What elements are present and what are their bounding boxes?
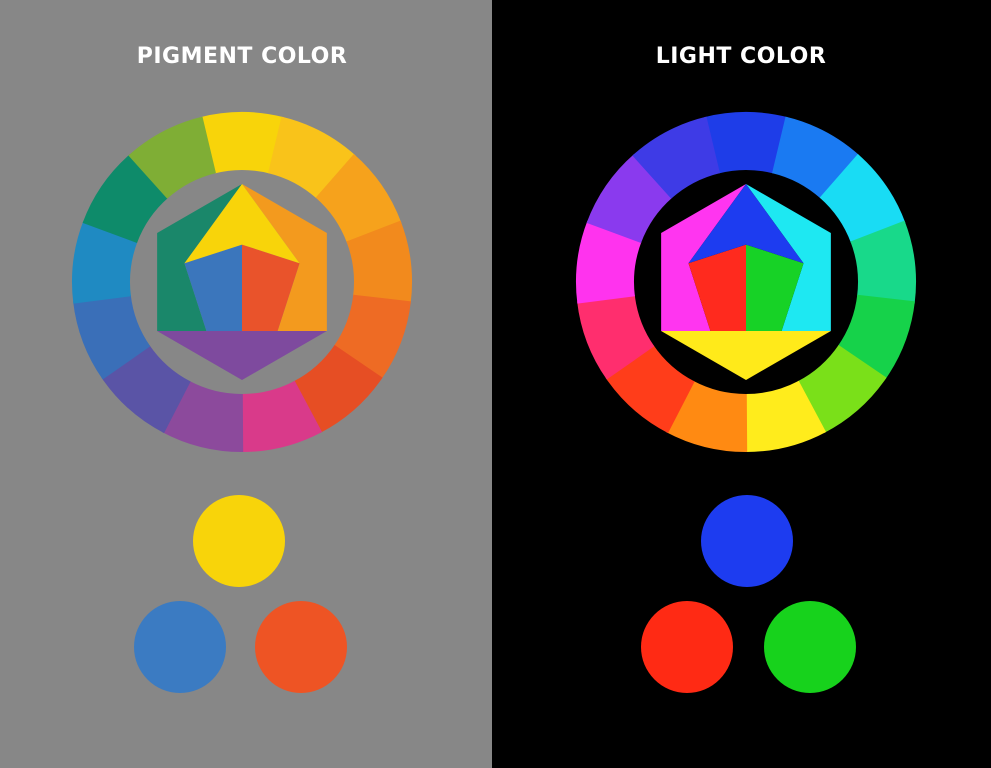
color-theory-comparison: PIGMENT COLOR LIGHT COLOR xyxy=(0,0,991,768)
pigment-hexagon-bottom xyxy=(157,331,327,380)
pigment-primary-blue-circle xyxy=(134,601,226,693)
pigment-primary-red-circle xyxy=(255,601,347,693)
light-primary-red-circle xyxy=(641,601,733,693)
light-hexagon-bottom xyxy=(661,331,831,380)
pigment-primary-yellow-circle xyxy=(193,495,285,587)
light-color-wheel xyxy=(576,111,916,453)
pigment-color-wheel xyxy=(72,111,412,453)
light-primary-green-circle xyxy=(764,601,856,693)
pigment-color-panel: PIGMENT COLOR xyxy=(0,0,492,768)
light-color-panel: LIGHT COLOR xyxy=(492,0,991,768)
light-primary-blue-circle xyxy=(701,495,793,587)
